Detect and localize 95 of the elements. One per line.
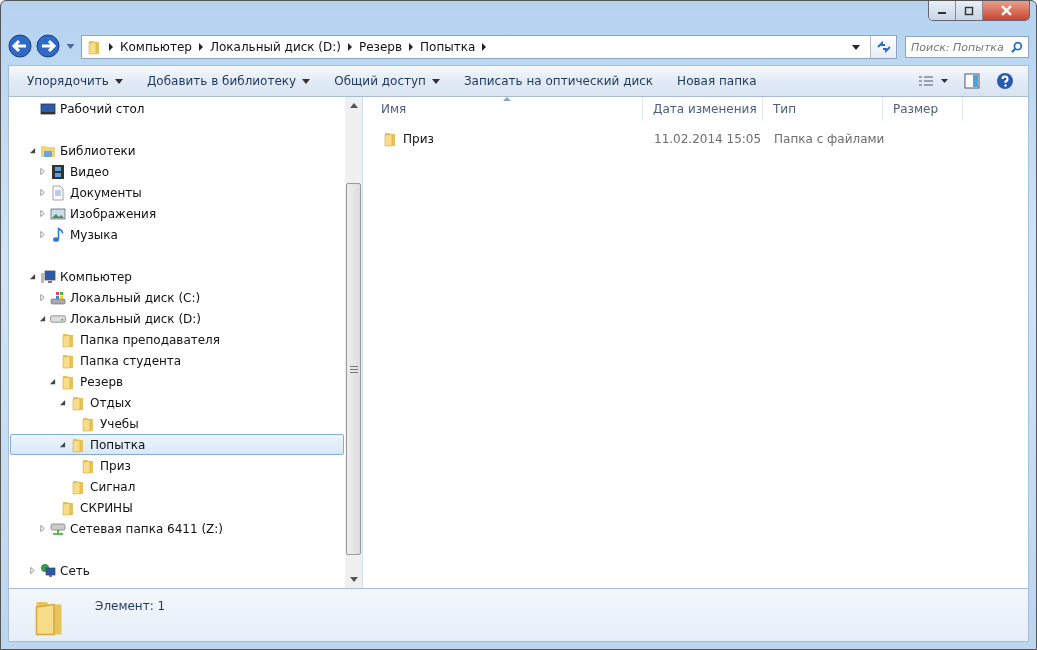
tree-item[interactable]: Локальный диск (D:) [10, 308, 344, 329]
folder-icon [70, 394, 86, 411]
folder-icon [70, 436, 86, 453]
computer-icon [40, 268, 56, 285]
preview-pane-icon[interactable] [964, 73, 980, 89]
folder-icon [80, 457, 96, 474]
folder-icon [70, 478, 86, 495]
chevron-icon[interactable] [197, 43, 204, 51]
toolbar-button[interactable]: Добавить в библиотеку [134, 70, 323, 92]
column-header[interactable]: Тип [763, 97, 883, 121]
search-icon[interactable] [1011, 40, 1023, 54]
tree-item[interactable]: Локальный диск (C:) [10, 287, 344, 308]
scroll-thumb[interactable] [346, 183, 361, 555]
file-row[interactable]: Приз 11.02.2014 15:05 Папка с файлами [371, 127, 1028, 151]
back-button[interactable] [8, 34, 34, 60]
breadcrumb-item[interactable]: Локальный диск (D:) [209, 40, 341, 54]
tree-item[interactable]: Резерв [10, 371, 344, 392]
maximize-button[interactable] [956, 1, 983, 20]
folder-icon [60, 499, 76, 516]
folder-icon [60, 373, 76, 390]
minimize-button[interactable] [929, 1, 956, 20]
maximize-icon[interactable] [964, 5, 974, 16]
address-bar[interactable]: Компьютер Локальный диск (D:) Резерв Попытка [81, 35, 897, 59]
close-button[interactable] [983, 1, 1029, 20]
tree-item[interactable]: Попытка [10, 434, 344, 455]
tree-item[interactable]: Папка студента [10, 350, 344, 371]
drive-icon [50, 314, 66, 323]
toolbar-button[interactable]: Записать на оптический диск [451, 70, 666, 92]
column-header[interactable]: Дата изменения [643, 97, 763, 121]
search-field[interactable]: Поиск: Попытка [905, 36, 1029, 58]
refresh-button[interactable] [870, 36, 896, 58]
chevron-icon[interactable] [347, 43, 353, 51]
tree-item[interactable]: Папка преподавателя [10, 329, 344, 350]
tree-item[interactable]: Компьютер [10, 266, 344, 287]
tree-item[interactable]: Приз [10, 455, 344, 476]
forward-button[interactable] [36, 34, 62, 60]
tree-item[interactable]: Рабочий стол [10, 98, 344, 119]
tree-item[interactable]: СКРИНЫ [10, 497, 344, 518]
toolbar-button[interactable]: Упорядочить [15, 70, 135, 92]
monitor-icon [40, 100, 56, 117]
caret-icon[interactable] [114, 78, 123, 84]
toolbar-button[interactable]: Общий доступ [322, 70, 452, 92]
file-date: 11.02.2014 15:05 [654, 132, 762, 146]
folder-icon [382, 131, 398, 147]
tree-item[interactable]: Документы [10, 182, 344, 203]
breadcrumb-item[interactable]: Компьютер [120, 40, 192, 54]
expanded-arrow-icon[interactable] [29, 273, 36, 280]
status-text: Элемент: 1 [95, 599, 166, 613]
folder-icon [60, 331, 76, 348]
tree-item[interactable]: Учебы [10, 413, 344, 434]
expanded-arrow-icon[interactable] [59, 399, 66, 406]
breadcrumb-item[interactable]: Резерв [359, 40, 403, 54]
file-name: Приз [403, 132, 434, 146]
tree-item[interactable]: Видео [10, 161, 344, 182]
scrollbar[interactable] [345, 97, 362, 588]
tree-item[interactable]: Библиотеки [10, 140, 344, 161]
column-header[interactable]: Имя [371, 97, 643, 121]
refresh-icon[interactable] [876, 40, 891, 54]
file-type: Папка с файлами [774, 132, 885, 146]
picture-icon [50, 205, 66, 222]
film-icon [50, 163, 66, 180]
list-view-icon[interactable] [918, 75, 948, 87]
breadcrumb-item[interactable]: Попытка [420, 40, 476, 54]
chevron-icon[interactable] [481, 43, 488, 51]
chevron-icon[interactable] [408, 43, 415, 51]
tree-item[interactable]: Сигнал [10, 476, 344, 497]
tree-item[interactable]: Сеть [10, 560, 344, 581]
expanded-arrow-icon[interactable] [39, 315, 46, 322]
tree-item[interactable]: Сетевая папка 6411 (Z:) [10, 518, 344, 539]
scroll-down-icon[interactable] [349, 577, 358, 582]
system-drive-icon [50, 289, 66, 306]
caret-icon[interactable] [431, 78, 440, 84]
expanded-arrow-icon[interactable] [49, 378, 56, 385]
music-note-icon [50, 226, 66, 243]
help-icon[interactable] [996, 72, 1014, 90]
tree-item[interactable]: Изображения [10, 203, 344, 224]
document-icon [50, 184, 66, 201]
folder-icon [80, 415, 96, 432]
toolbar-button[interactable]: Новая папка [665, 70, 769, 92]
caret-icon[interactable] [302, 78, 311, 84]
tree-item[interactable]: Отдых [10, 392, 344, 413]
grip-icon [349, 365, 358, 373]
expanded-arrow-icon[interactable] [29, 147, 36, 154]
network-drive-icon [50, 520, 66, 537]
folder-icon [86, 39, 102, 55]
close-icon[interactable] [1000, 5, 1012, 16]
history-dropdown-icon[interactable] [66, 44, 75, 50]
scroll-up-icon[interactable] [349, 103, 358, 108]
folder-icon [60, 352, 76, 369]
expanded-arrow-icon[interactable] [59, 441, 66, 448]
tree-item[interactable]: Музыка [10, 224, 344, 245]
column-header[interactable]: Размер [883, 97, 963, 121]
chevron-icon[interactable] [108, 43, 114, 51]
network-icon [40, 562, 56, 579]
dropdown-arrow-icon[interactable] [852, 44, 860, 50]
